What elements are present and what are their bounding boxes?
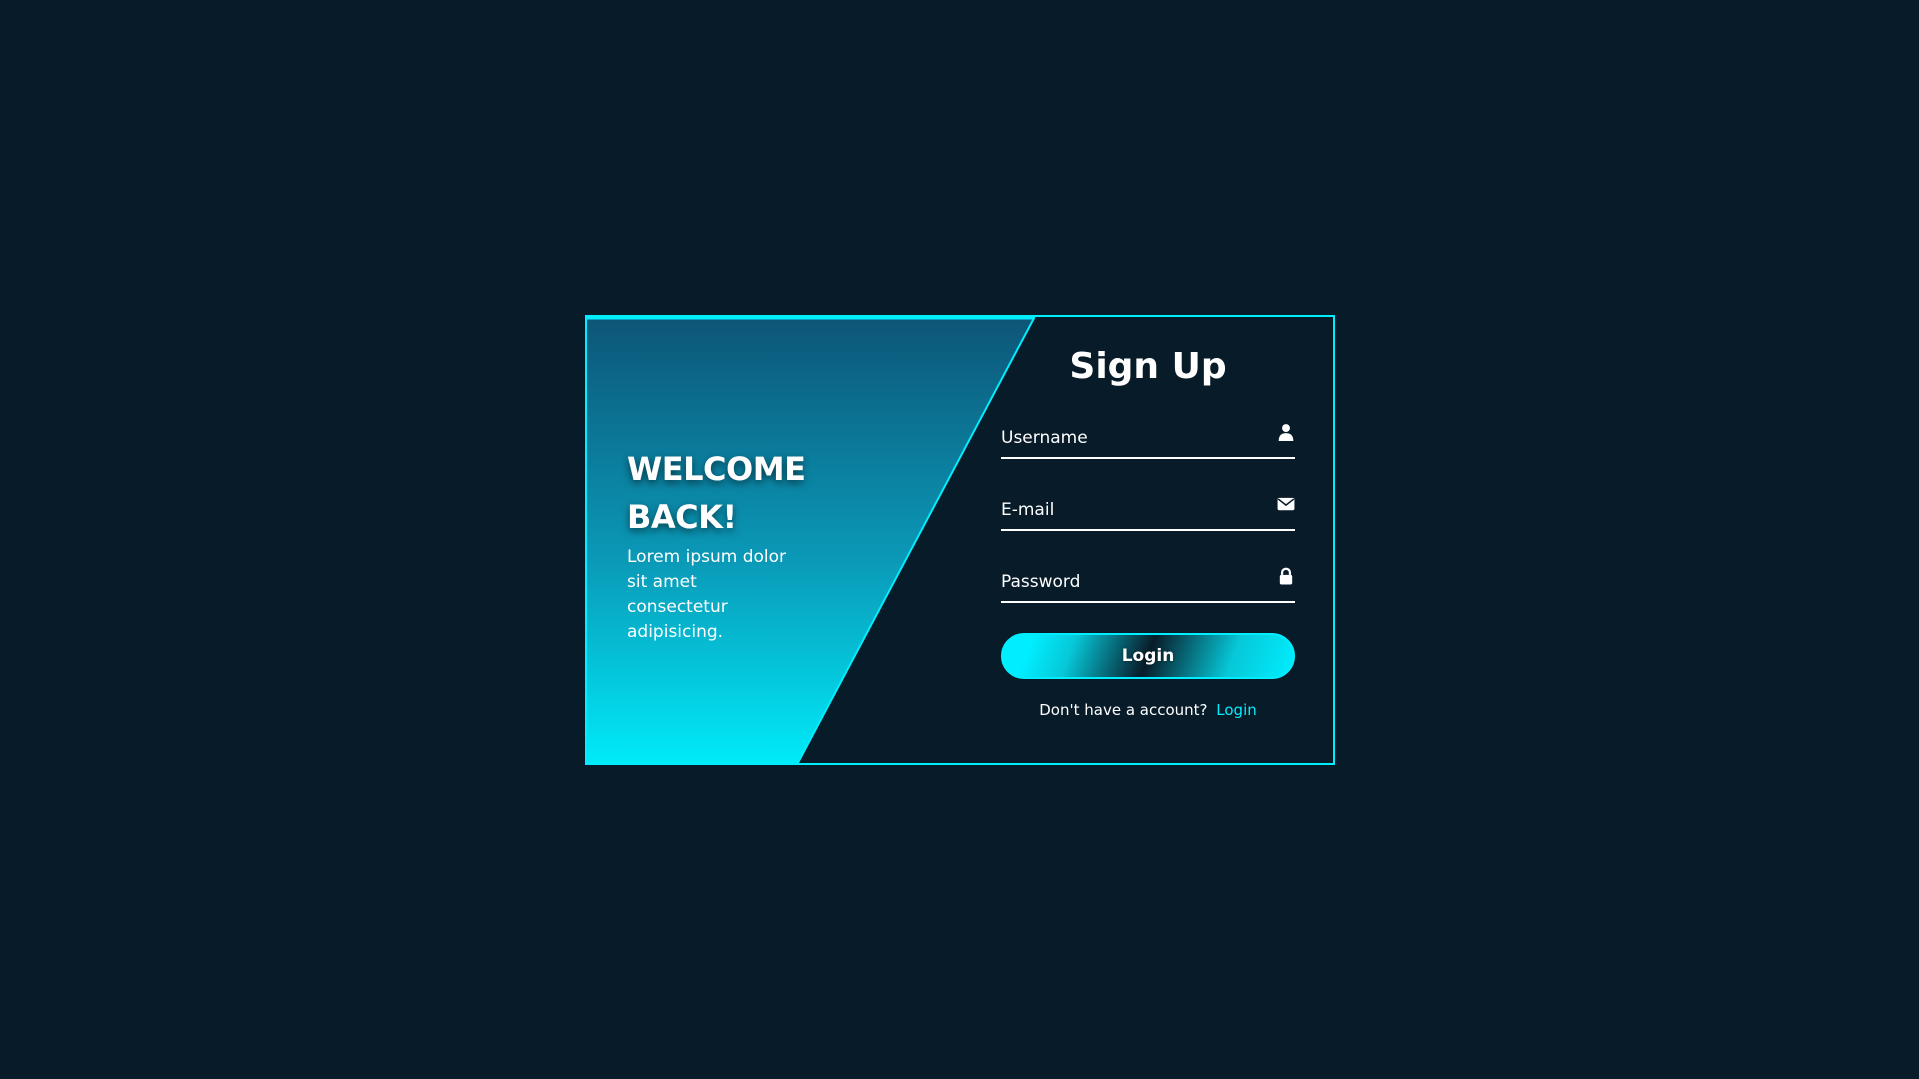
- username-input[interactable]: [1001, 419, 1261, 457]
- email-input[interactable]: [1001, 491, 1261, 529]
- welcome-text: Lorem ipsum dolor sit amet consectetur a…: [627, 547, 787, 642]
- signup-prompt-text: Don't have a account?: [1039, 701, 1208, 719]
- welcome-heading: WELCOME BACK!: [627, 450, 806, 536]
- user-icon: [1277, 423, 1295, 441]
- email-field: [1001, 489, 1295, 531]
- signup-card: WELCOME BACK! Lorem ipsum dolor sit amet…: [585, 315, 1335, 765]
- envelope-icon: [1277, 495, 1295, 513]
- login-button[interactable]: Login: [1001, 633, 1295, 679]
- welcome-section: WELCOME BACK! Lorem ipsum dolor sit amet…: [627, 445, 837, 645]
- form-title: Sign Up: [1069, 346, 1227, 387]
- signup-prompt: Don't have a account? Login: [1001, 701, 1295, 719]
- username-field: [1001, 417, 1295, 459]
- lock-icon: [1277, 567, 1295, 585]
- password-field: [1001, 561, 1295, 603]
- signup-form: Sign Up Login Don't have a account? Logi…: [1001, 317, 1295, 719]
- login-link[interactable]: Login: [1216, 701, 1256, 719]
- password-input[interactable]: [1001, 563, 1261, 601]
